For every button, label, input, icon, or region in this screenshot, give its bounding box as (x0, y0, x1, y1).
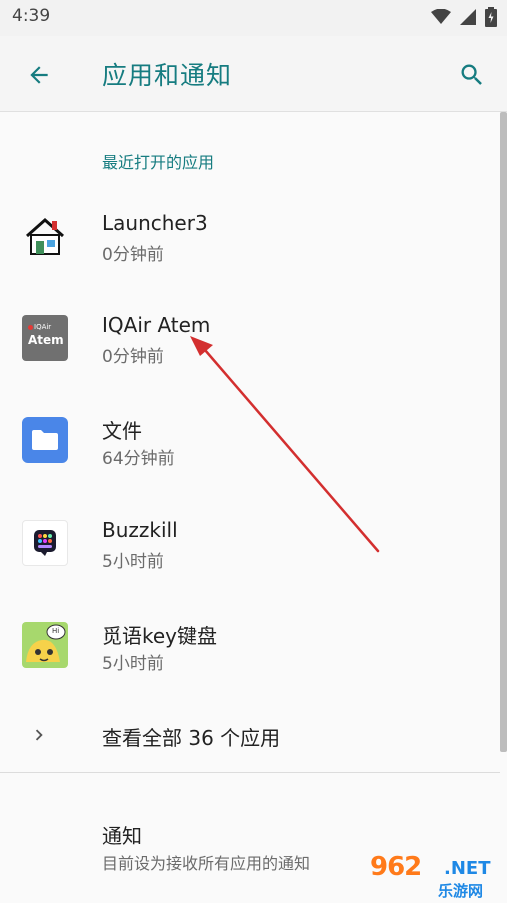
wifi-icon (431, 9, 451, 24)
app-name: Buzzkill (102, 518, 178, 542)
page-title: 应用和通知 (102, 61, 233, 90)
status-time: 4:39 (12, 6, 51, 26)
app-time: 5小时前 (102, 654, 164, 674)
app-item-iqair-atem[interactable]: IQAir Atem IQAir Atem 0分钟前 (0, 288, 500, 390)
app-name: 觅语key键盘 (102, 624, 218, 648)
see-all-apps-button[interactable]: 查看全部 36 个应用 (0, 708, 500, 764)
status-bar: 4:39 (0, 0, 507, 36)
chevron-right-icon (35, 729, 43, 741)
buzzkill-icon (22, 520, 68, 566)
app-item-buzzkill[interactable]: Buzzkill 5小时前 (0, 492, 500, 594)
iqair-icon-small-text: IQAir (34, 323, 52, 331)
app-time: 0分钟前 (102, 245, 164, 265)
house-icon (22, 214, 68, 260)
atem-icon-text: Atem (28, 333, 64, 347)
watermark-logo: 962 .NET 乐游网 (368, 852, 507, 903)
see-all-label: 查看全部 36 个应用 (102, 726, 281, 750)
watermark-site: 乐游网 (438, 882, 484, 900)
divider (0, 772, 500, 773)
keyboard-mascot-icon: Hi (22, 622, 68, 668)
notifications-subtitle: 目前设为接收所有应用的通知 (102, 854, 311, 873)
iqair-atem-icon: IQAir Atem (22, 315, 68, 361)
section-header-recent: 最近打开的应用 (102, 153, 215, 172)
app-name: 文件 (102, 419, 142, 443)
app-name: IQAir Atem (102, 313, 211, 337)
signal-icon (460, 9, 476, 25)
watermark-net: .NET (444, 858, 491, 879)
battery-icon (485, 7, 497, 27)
app-time: 5小时前 (102, 552, 164, 572)
app-item-launcher3[interactable]: Launcher3 0分钟前 (0, 186, 500, 288)
search-button[interactable] (453, 56, 491, 94)
back-button[interactable] (20, 56, 58, 94)
folder-icon (22, 417, 68, 463)
arrow-back-icon (30, 66, 48, 84)
app-time: 64分钟前 (102, 449, 175, 469)
status-icons (431, 6, 497, 28)
search-icon (461, 64, 482, 85)
notifications-title: 通知 (102, 824, 142, 848)
icon-bubble-text: Hi (52, 627, 60, 635)
app-time: 0分钟前 (102, 347, 164, 367)
watermark-number: 962 (370, 852, 422, 882)
app-item-files[interactable]: 文件 64分钟前 (0, 390, 500, 492)
app-name: Launcher3 (102, 211, 208, 235)
app-bar: 应用和通知 (0, 36, 507, 112)
app-item-keyboard[interactable]: Hi 觅语key键盘 5小时前 (0, 594, 500, 696)
scrollbar[interactable] (500, 112, 507, 752)
